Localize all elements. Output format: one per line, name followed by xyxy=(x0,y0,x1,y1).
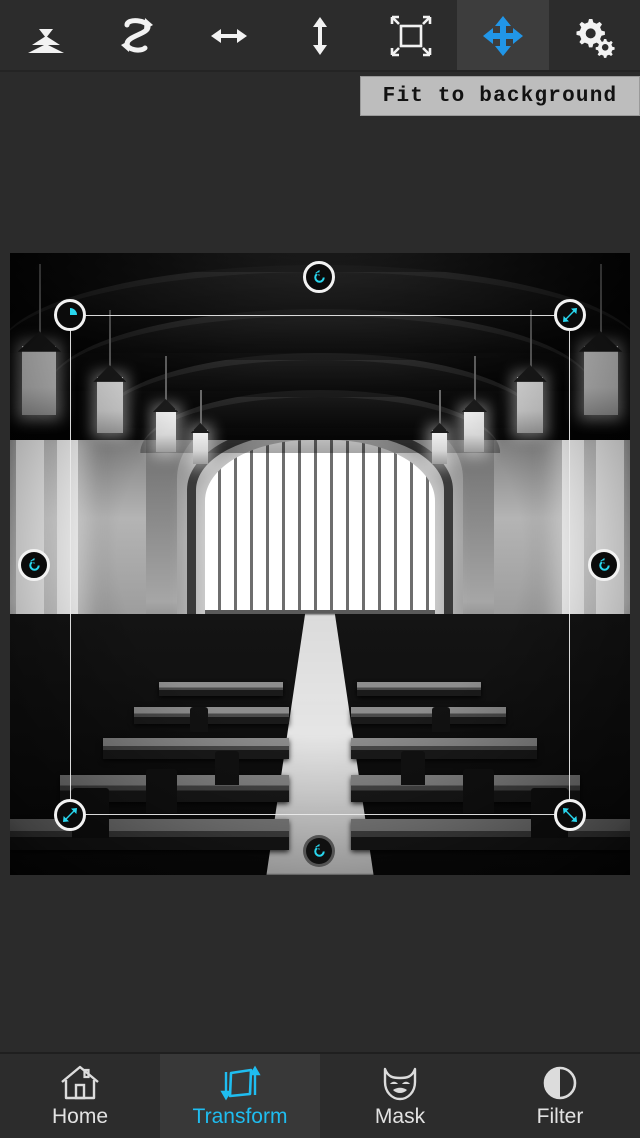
toolbar-button-flip-horizontal[interactable] xyxy=(183,0,274,72)
image-layer[interactable] xyxy=(10,253,630,875)
settings-gears-icon xyxy=(571,13,617,59)
nav-item-transform[interactable]: Transform xyxy=(160,1054,320,1138)
resize-diagonal-icon xyxy=(561,306,579,324)
fit-frame-icon xyxy=(388,13,434,59)
corner-angle-icon xyxy=(61,306,79,324)
handle-rotate-left[interactable] xyxy=(18,549,50,581)
bottom-navigation: Home Transform Mask Filter xyxy=(0,1052,640,1138)
handle-rotate-right[interactable] xyxy=(588,549,620,581)
flip-vertical-icon xyxy=(298,14,342,58)
toolbar-button-flatten[interactable] xyxy=(0,0,91,72)
nav-item-mask[interactable]: Mask xyxy=(320,1054,480,1138)
rotate-icon xyxy=(310,842,329,861)
resize-diagonal-icon xyxy=(61,806,79,824)
handle-resize-bottom-left[interactable] xyxy=(54,799,86,831)
tooltip-label: Fit to background xyxy=(382,84,618,108)
handle-resize-top-right[interactable] xyxy=(554,299,586,331)
flatten-layers-icon xyxy=(24,14,68,58)
mask-icon xyxy=(379,1063,421,1103)
move-arrows-icon xyxy=(481,14,525,58)
home-icon xyxy=(59,1063,101,1103)
nav-label-home: Home xyxy=(51,1105,109,1128)
toolbar-button-flip-vertical[interactable] xyxy=(274,0,365,72)
rotate-icon xyxy=(310,268,329,287)
app-root: Fit to background Home Transform Mask Fi… xyxy=(0,0,640,1138)
editor-canvas[interactable] xyxy=(0,72,640,1054)
resize-diagonal-icon xyxy=(561,806,579,824)
toolbar-button-settings[interactable] xyxy=(549,0,640,72)
handle-rotate-top[interactable] xyxy=(303,261,335,293)
nav-item-home[interactable]: Home xyxy=(0,1054,160,1138)
swap-rotate-icon xyxy=(115,14,159,58)
nav-label-transform: Transform xyxy=(192,1105,288,1128)
toolbar-button-fit-to-background[interactable] xyxy=(457,0,549,72)
tooltip-fit-to-background: Fit to background xyxy=(360,76,640,116)
rotate-icon xyxy=(595,556,614,575)
top-toolbar xyxy=(0,0,640,72)
handle-corner-top-left[interactable] xyxy=(54,299,86,331)
flip-horizontal-icon xyxy=(207,14,251,58)
nav-label-filter: Filter xyxy=(536,1105,584,1128)
nav-item-filter[interactable]: Filter xyxy=(480,1054,640,1138)
rotate-icon xyxy=(25,556,44,575)
transform-icon xyxy=(219,1063,261,1103)
handle-resize-bottom-right[interactable] xyxy=(554,799,586,831)
library-photograph xyxy=(10,253,630,875)
filter-icon xyxy=(539,1063,581,1103)
handle-rotate-bottom[interactable] xyxy=(303,835,335,867)
toolbar-button-fit[interactable] xyxy=(366,0,457,72)
toolbar-button-swap[interactable] xyxy=(91,0,182,72)
nav-label-mask: Mask xyxy=(374,1105,426,1128)
